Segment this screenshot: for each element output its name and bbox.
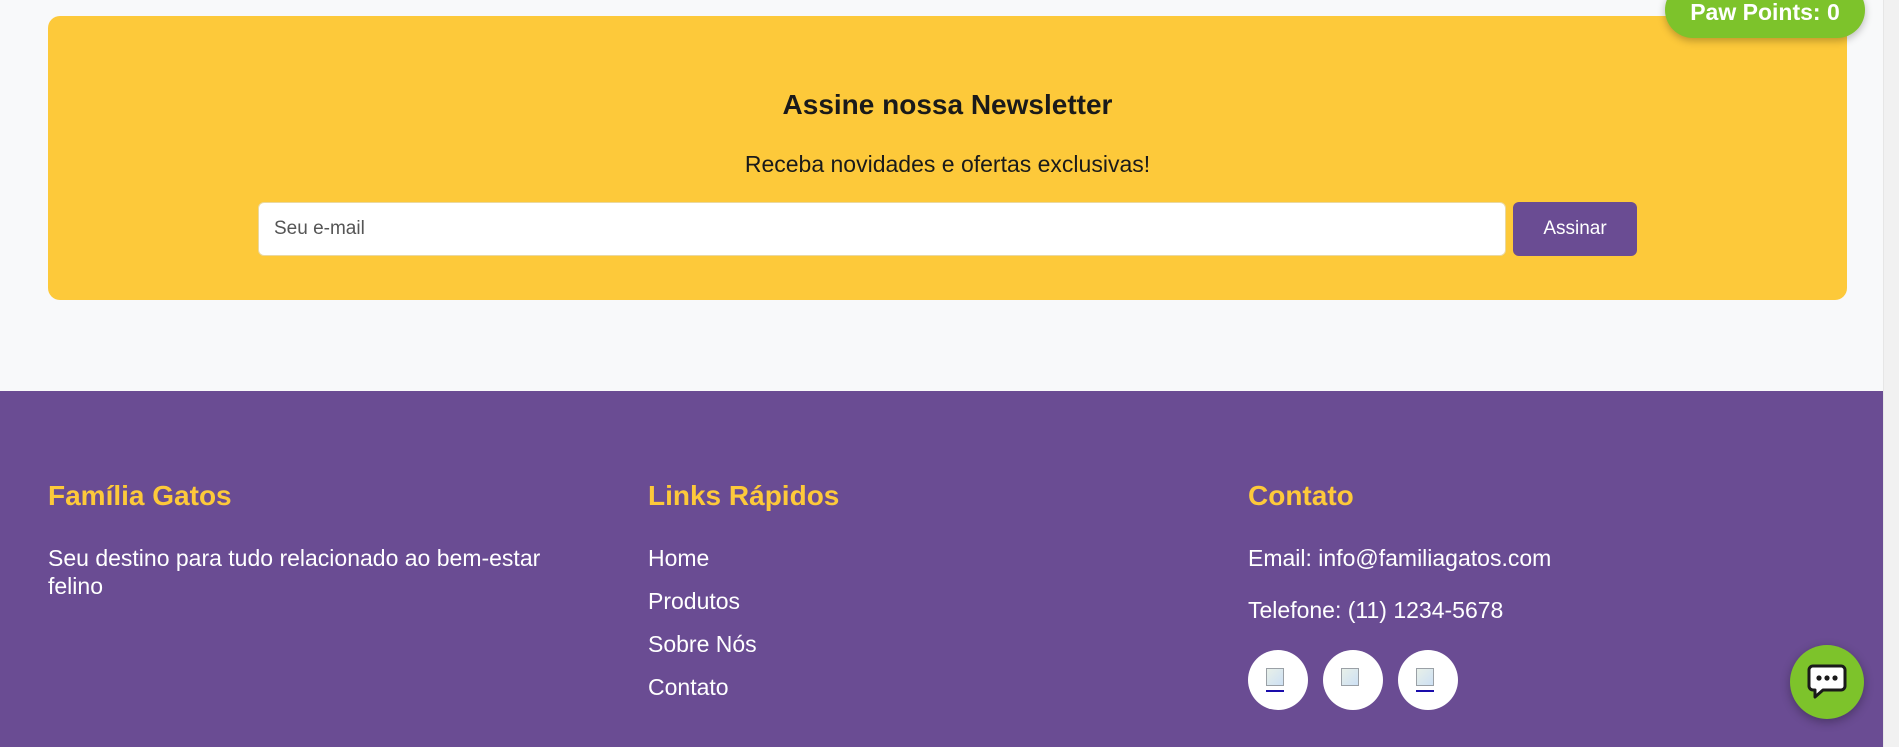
quick-link-produtos-anchor[interactable]: Produtos: [648, 588, 740, 614]
social-link-2[interactable]: [1323, 650, 1383, 710]
newsletter-title: Assine nossa Newsletter: [782, 89, 1113, 120]
quick-link-contato: Contato: [648, 673, 1208, 701]
broken-image-icon: [1266, 668, 1290, 692]
subscribe-button[interactable]: Assinar: [1513, 202, 1637, 256]
footer-links-heading: Links Rápidos: [648, 480, 840, 511]
social-links: [1248, 650, 1808, 710]
quick-link-home-anchor[interactable]: Home: [648, 545, 709, 571]
footer-contact-column: Contato Email: info@familiagatos.com Tel…: [1248, 480, 1808, 710]
broken-image-icon: [1341, 668, 1365, 692]
footer-contact-heading: Contato: [1248, 480, 1354, 511]
social-link-3[interactable]: [1398, 650, 1458, 710]
quick-link-sobre: Sobre Nós: [648, 630, 1208, 658]
quick-link-contato-anchor[interactable]: Contato: [648, 674, 729, 700]
footer-links-column: Links Rápidos Home Produtos Sobre Nós Co…: [648, 480, 1208, 716]
paw-points-badge[interactable]: Paw Points: 0: [1665, 0, 1865, 38]
vertical-scrollbar[interactable]: [1883, 0, 1899, 747]
footer-brand-description: Seu destino para tudo relacionado ao bem…: [48, 545, 541, 599]
quick-links-list: Home Produtos Sobre Nós Contato: [648, 544, 1208, 701]
newsletter-email-input[interactable]: [258, 202, 1506, 256]
newsletter-section: Assine nossa Newsletter Receba novidades…: [48, 16, 1847, 300]
chat-button[interactable]: [1790, 645, 1864, 719]
contact-email: Email: info@familiagatos.com: [1248, 545, 1552, 571]
quick-link-sobre-anchor[interactable]: Sobre Nós: [648, 631, 757, 657]
social-link-1[interactable]: [1248, 650, 1308, 710]
contact-phone: Telefone: (11) 1234-5678: [1248, 597, 1504, 623]
quick-link-home: Home: [648, 544, 1208, 572]
broken-image-icon: [1416, 668, 1440, 692]
newsletter-subtitle: Receba novidades e ofertas exclusivas!: [744, 151, 1151, 177]
footer-brand-heading: Família Gatos: [48, 480, 232, 511]
chat-bubble-icon: [1807, 664, 1847, 699]
quick-link-produtos: Produtos: [648, 587, 1208, 615]
site-footer: Família Gatos Seu destino para tudo rela…: [0, 391, 1883, 747]
footer-about-column: Família Gatos Seu destino para tudo rela…: [48, 480, 608, 600]
